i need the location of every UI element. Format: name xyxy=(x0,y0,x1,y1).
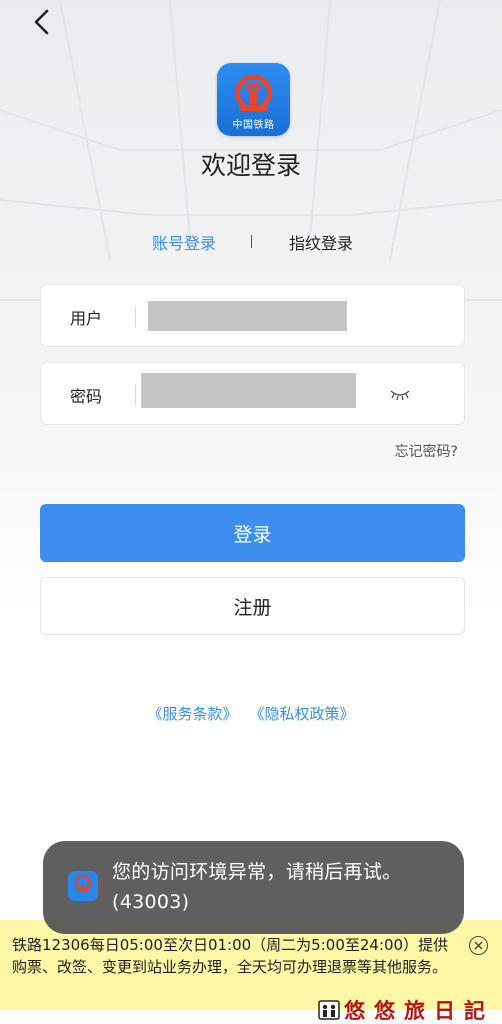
password-field[interactable]: 密码 xyxy=(40,362,465,425)
close-icon xyxy=(474,941,483,950)
login-tabs: 账号登录 指纹登录 xyxy=(0,230,502,254)
watermark-text: 悠悠旅日記 xyxy=(344,998,494,1023)
password-masked-value[interactable] xyxy=(141,373,356,408)
notice-text: 铁路12306每日05:00至次日01:00（周二为5:00至24:00）提供购… xyxy=(12,936,449,976)
toast-message: 您的访问环境异常，请稍后再试。(43003) xyxy=(112,861,402,913)
back-button[interactable] xyxy=(26,6,58,38)
tab-divider xyxy=(251,235,252,248)
eye-closed-icon[interactable] xyxy=(389,387,411,401)
field-separator xyxy=(135,307,136,327)
login-button[interactable]: 登录 xyxy=(40,504,465,562)
tab-fingerprint-login[interactable]: 指纹登录 xyxy=(289,230,353,254)
logo-caption: 中国铁路 xyxy=(232,120,275,131)
policy-links: 《服务条款》 《隐私权政策》 xyxy=(0,703,502,724)
notice-close-button[interactable] xyxy=(469,936,488,955)
watermark: 悠悠旅日記 xyxy=(318,998,494,1023)
terms-of-service-link[interactable]: 《服务条款》 xyxy=(147,705,237,723)
app-mini-logo-icon xyxy=(68,871,98,901)
username-masked-value[interactable] xyxy=(148,301,347,331)
register-button[interactable]: 注册 xyxy=(40,577,465,635)
tab-account-login[interactable]: 账号登录 xyxy=(152,230,216,254)
privacy-policy-link[interactable]: 《隐私权政策》 xyxy=(250,705,355,723)
forgot-password-link[interactable]: 忘记密码? xyxy=(395,441,458,461)
error-toast: 您的访问环境异常，请稍后再试。(43003) xyxy=(43,841,464,934)
username-label: 用户 xyxy=(70,309,103,328)
family-stamp-icon xyxy=(318,1000,340,1020)
chevron-left-icon xyxy=(34,9,49,35)
welcome-title: 欢迎登录 xyxy=(200,151,301,180)
password-label: 密码 xyxy=(70,387,103,406)
app-logo: 中国铁路 xyxy=(217,63,290,136)
field-separator xyxy=(135,385,136,405)
username-field[interactable]: 用户 xyxy=(40,284,465,347)
